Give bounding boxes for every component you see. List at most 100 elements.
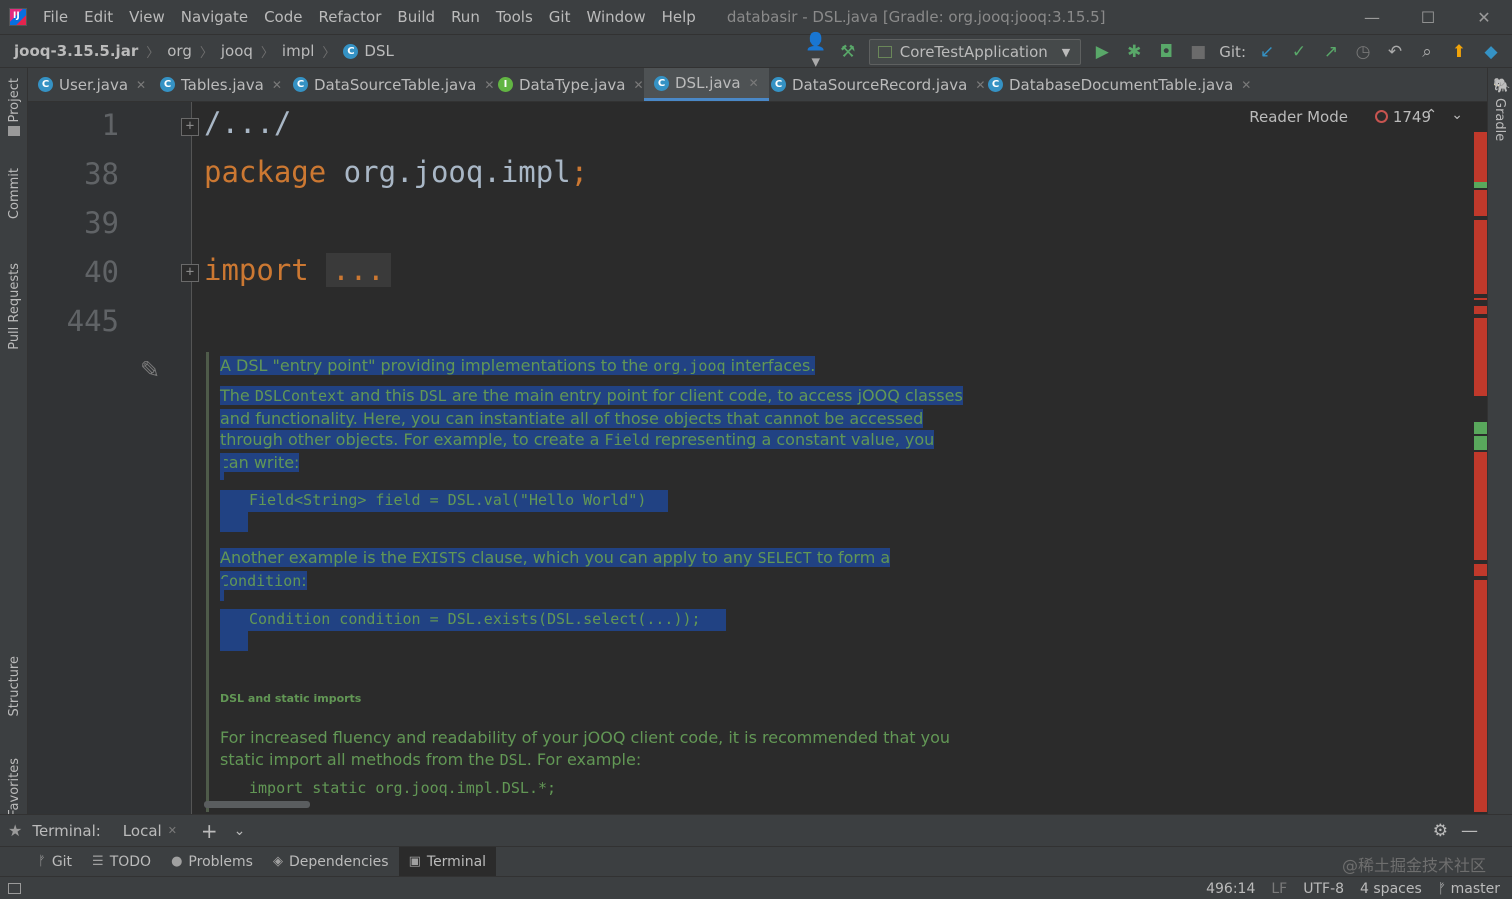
menu-navigate[interactable]: Navigate: [181, 8, 248, 26]
dependencies-tool-button[interactable]: ◈ Dependencies: [263, 847, 399, 877]
tab-user-java[interactable]: C User.java ✕: [38, 68, 146, 101]
gradle-tool-tab[interactable]: Gradle: [1492, 98, 1507, 141]
rollback-icon[interactable]: ↶: [1384, 42, 1406, 62]
tab-datatype-java[interactable]: I DataType.java ✕: [498, 68, 644, 101]
code-editor[interactable]: 1 38 39 40 445 ✎ + + /.../ package org.j…: [28, 102, 1487, 814]
settings-gear-icon[interactable]: ⚙: [1433, 821, 1448, 841]
structure-tool-tab[interactable]: Structure: [7, 656, 22, 716]
tab-databasedocumenttable-java[interactable]: C DatabaseDocumentTable.java ✕: [988, 68, 1251, 101]
tab-datasourcetable-java[interactable]: C DataSourceTable.java ✕: [293, 68, 494, 101]
app-config-icon: [877, 46, 892, 58]
commit-tool-tab[interactable]: Commit: [7, 168, 22, 219]
pull-requests-tool-tab[interactable]: Pull Requests: [7, 263, 22, 350]
update-available-icon[interactable]: ⬆: [1448, 42, 1470, 62]
menu-window[interactable]: Window: [586, 8, 645, 26]
menu-file[interactable]: File: [43, 8, 68, 26]
git-update-icon[interactable]: ↙: [1256, 42, 1278, 62]
close-tab-icon[interactable]: ✕: [272, 78, 282, 92]
fold-toggle-icon[interactable]: +: [181, 264, 199, 282]
menu-git[interactable]: Git: [549, 8, 571, 26]
git-tool-button[interactable]: ᚠ Git: [28, 847, 82, 877]
breadcrumb-jar[interactable]: jooq-3.15.5.jar: [14, 42, 138, 60]
fold-toggle-icon[interactable]: +: [181, 118, 199, 136]
tab-tables-java[interactable]: C Tables.java ✕: [160, 68, 282, 101]
change-marker[interactable]: [1474, 436, 1487, 450]
error-marker[interactable]: [1474, 298, 1487, 300]
run-icon[interactable]: ▶: [1091, 42, 1113, 62]
error-marker[interactable]: [1474, 564, 1487, 576]
terminal-session-tab[interactable]: Local: [123, 822, 162, 840]
reader-mode-button[interactable]: Reader Mode: [1249, 108, 1348, 126]
run-configuration-select[interactable]: CoreTestApplication ▼: [868, 39, 1082, 65]
change-marker[interactable]: [1474, 422, 1487, 434]
line-separator[interactable]: LF: [1271, 881, 1287, 897]
hide-panel-minus-icon[interactable]: —: [1461, 821, 1478, 841]
tab-dsl-java[interactable]: C DSL.java ✕: [644, 68, 769, 101]
close-tab-icon[interactable]: ✕: [749, 76, 759, 90]
close-tab-icon[interactable]: ✕: [975, 78, 985, 92]
menu-refactor[interactable]: Refactor: [318, 8, 381, 26]
todo-tool-button[interactable]: ☰ TODO: [82, 847, 161, 877]
tab-datasourcerecord-java[interactable]: C DataSourceRecord.java ✕: [771, 68, 985, 101]
project-tool-tab[interactable]: Project: [7, 78, 22, 122]
menu-code[interactable]: Code: [264, 8, 302, 26]
history-clock-icon[interactable]: ◷: [1352, 42, 1374, 62]
error-marker[interactable]: [1474, 132, 1487, 182]
stop-icon[interactable]: ■: [1187, 42, 1209, 62]
session-list-chevron-down-icon[interactable]: ⌄: [234, 823, 246, 839]
git-push-icon[interactable]: ↗: [1320, 42, 1342, 62]
problems-tool-button[interactable]: ● Problems: [161, 847, 263, 877]
error-marker[interactable]: [1474, 220, 1487, 294]
menu-help[interactable]: Help: [662, 8, 696, 26]
close-window-button[interactable]: ✕: [1456, 0, 1512, 34]
close-tab-icon[interactable]: ✕: [136, 78, 146, 92]
edit-doc-pencil-icon[interactable]: ✎: [140, 356, 160, 384]
error-marker[interactable]: [1474, 580, 1487, 812]
git-commit-icon[interactable]: ✓: [1288, 42, 1310, 62]
navigation-bar: jooq-3.15.5.jar 〉 org 〉 jooq 〉 impl 〉 C …: [0, 32, 1512, 72]
error-marker[interactable]: [1474, 306, 1487, 314]
menu-run[interactable]: Run: [451, 8, 480, 26]
menu-tools[interactable]: Tools: [496, 8, 533, 26]
file-encoding[interactable]: UTF-8: [1303, 881, 1344, 897]
toggle-tool-windows-icon[interactable]: [8, 882, 21, 894]
error-marker[interactable]: [1474, 190, 1487, 216]
breadcrumb-impl[interactable]: impl: [282, 42, 314, 60]
menu-edit[interactable]: Edit: [84, 8, 113, 26]
close-tab-icon[interactable]: ✕: [1241, 78, 1251, 92]
error-count-indicator[interactable]: 1749: [1374, 108, 1431, 126]
breadcrumb-dsl[interactable]: DSL: [364, 42, 393, 60]
error-stripe[interactable]: [1472, 132, 1487, 812]
user-profile-icon[interactable]: 👤▾: [805, 32, 827, 72]
favorites-tool-tab[interactable]: Favorites: [7, 758, 22, 817]
menu-build[interactable]: Build: [397, 8, 435, 26]
maximize-button[interactable]: ☐: [1400, 0, 1456, 34]
code-with-me-icon[interactable]: ◆: [1480, 42, 1502, 62]
horizontal-scrollbar[interactable]: [204, 801, 310, 808]
folded-imports[interactable]: ...: [326, 253, 391, 287]
build-hammer-icon[interactable]: ⚒: [837, 42, 859, 62]
coverage-icon[interactable]: ◘: [1155, 42, 1177, 62]
chevron-right-icon: 〉: [260, 45, 274, 61]
error-marker[interactable]: [1474, 452, 1487, 560]
close-tab-icon[interactable]: ✕: [633, 78, 643, 92]
menu-view[interactable]: View: [129, 8, 165, 26]
line-number-gutter[interactable]: 1 38 39 40 445 ✎: [28, 102, 192, 814]
indent-setting[interactable]: 4 spaces: [1360, 881, 1422, 897]
close-session-icon[interactable]: ✕: [168, 824, 177, 837]
debug-bug-icon[interactable]: ✱: [1123, 42, 1145, 62]
breadcrumb-org[interactable]: org: [167, 42, 192, 60]
error-marker[interactable]: [1474, 318, 1487, 396]
close-tab-icon[interactable]: ✕: [484, 78, 494, 92]
terminal-tool-button[interactable]: ▣ Terminal: [398, 846, 497, 877]
git-branch[interactable]: ᚠ master: [1438, 881, 1500, 897]
caret-position[interactable]: 496:14: [1206, 881, 1255, 897]
doc-code-example: Field<String> field = DSL.val("Hello Wor…: [249, 491, 647, 509]
highlight-navigation-arrows[interactable]: ⌃⌄: [1426, 107, 1477, 123]
change-marker[interactable]: [1474, 182, 1487, 188]
search-icon[interactable]: ⌕: [1416, 42, 1438, 62]
list-icon: ☰: [92, 854, 104, 869]
breadcrumb-jooq[interactable]: jooq: [221, 42, 253, 60]
minimize-button[interactable]: —: [1344, 0, 1400, 34]
new-session-plus-icon[interactable]: +: [201, 819, 218, 843]
